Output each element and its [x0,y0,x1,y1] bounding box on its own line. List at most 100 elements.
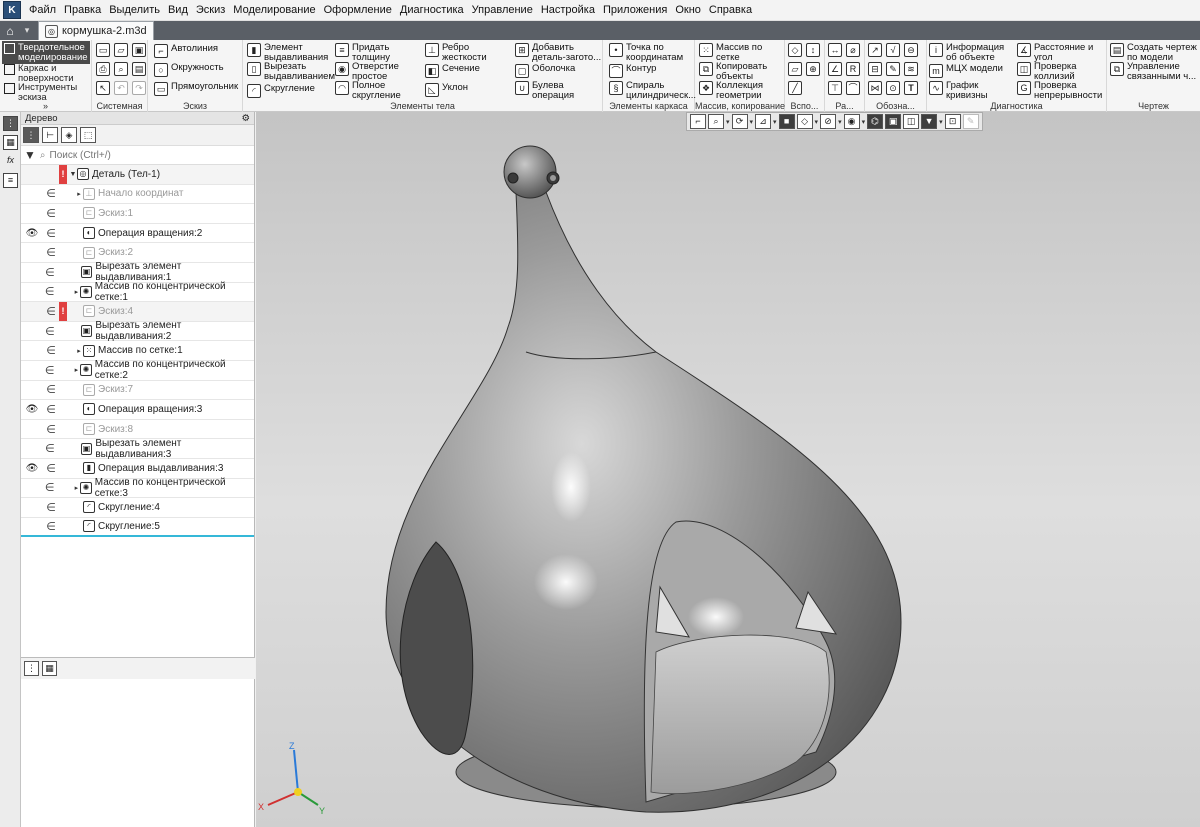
preview-icon[interactable]: ⌕ [114,62,128,76]
visibility-icon[interactable]: 👁 [21,463,43,474]
tree-components-icon[interactable]: ◈ [61,127,77,143]
text-icon[interactable]: T [904,81,918,95]
new-file-icon[interactable]: ▭ [96,43,110,57]
rotate-icon[interactable]: ⟳ [731,114,748,129]
position-icon[interactable]: ⊙ [886,81,900,95]
section-button[interactable]: ◧ Сечение [425,64,480,78]
history-icon[interactable]: ∈ [42,285,57,298]
tree-row[interactable]: ∈ ▸ ⊥ Начало координат [21,185,254,205]
measure-icon[interactable]: ⊡ [944,114,961,129]
curvature-graph-button[interactable]: ∿ График кривизны [929,81,1010,100]
tree-row[interactable]: ∈ ▣ Вырезать элемент выдавливания:1 [21,261,254,283]
menu-item[interactable]: Настройка [537,4,599,16]
shell-button[interactable]: ▢ Оболочка [515,64,575,78]
tree-row[interactable]: ∈ ▸ ✺ Массив по концентрической сетке:1 [21,281,254,303]
history-icon[interactable]: ∈ [43,344,59,357]
history-icon[interactable]: ∈ [43,423,59,436]
mass-properties-button[interactable]: m МЦХ модели [929,64,1003,78]
save-as-icon[interactable]: ▤ [132,62,146,76]
redo-icon[interactable]: ↷ [132,81,146,95]
autoline-button[interactable]: ⌐ Автолиния [154,44,218,58]
boolean-button[interactable]: ∪ Булева операция [515,81,592,100]
properties-icon[interactable]: ▦ [42,661,57,676]
chevron-down-icon[interactable]: ▾ [862,118,866,126]
save-icon[interactable]: ▣ [132,43,146,57]
fillet-button[interactable]: ◜ Скругление [247,84,315,98]
history-icon[interactable]: ∈ [42,364,57,377]
tree-row[interactable]: ∈ ▸ ✺ Массив по концентрической сетке:3 [21,477,254,499]
continuity-check-button[interactable]: G Проверка непрерывности [1017,81,1114,100]
layers-view-icon[interactable]: ◫ [903,114,920,129]
offset-plane-icon[interactable]: ▱ [788,62,802,76]
grid-array-button[interactable]: ⁙ Массив по сетке [699,43,782,62]
filter-icon[interactable]: ▼ [921,114,938,129]
tree-structure-icon[interactable]: ⋮ [23,127,39,143]
expand-icon[interactable]: ▸ [75,190,83,198]
tree-history-icon[interactable]: ⊢ [42,127,58,143]
tree-row[interactable]: ∈ ◜ Скругление:4 [21,498,254,518]
undo-icon[interactable]: ↶ [114,81,128,95]
history-icon[interactable]: ∈ [43,383,59,396]
cut-extrude-button[interactable]: ▯ Вырезать выдавливанием [247,62,336,81]
marking-icon[interactable]: ✎ [886,62,900,76]
history-icon[interactable]: ∈ [43,520,59,533]
menu-item[interactable]: Справка [705,4,756,16]
layers-icon[interactable]: ≡ [3,173,18,188]
history-icon[interactable]: ∈ [43,246,59,259]
draft-button[interactable]: ◺ Уклон [425,83,468,97]
cursor-icon[interactable]: ↖ [96,81,110,95]
expand-icon[interactable]: ▼ [69,171,77,178]
chevron-down-icon[interactable]: ▾ [773,118,777,126]
print-icon[interactable]: ⎙ [96,62,110,76]
add-blank-part-button[interactable]: ⊞ Добавить деталь-загото... [515,43,602,62]
tree-search-input[interactable] [49,149,240,161]
filter-icon[interactable]: ▼ [24,148,36,162]
document-tab[interactable]: ◎ кормушка-2.m3d [38,21,154,40]
tree-row[interactable]: ∈ ⊏ Эскиз:2 [21,243,254,263]
visibility-icon[interactable]: ◉ [843,114,860,129]
home-icon[interactable]: ⌂ [0,21,20,40]
menu-item[interactable]: Правка [60,4,105,16]
menu-item[interactable]: Управление [468,4,537,16]
history-icon[interactable]: ∈ [42,481,57,494]
pencil-icon[interactable]: ✎ [962,114,979,129]
mode-solid-modeling[interactable]: Твердотельное моделирование [2,41,90,64]
tree-row[interactable]: ∈ ▸ ⁙ Массив по сетке:1 [21,341,254,361]
expand-icon[interactable]: ▸ [75,347,83,355]
thread-icon[interactable]: ≋ [904,62,918,76]
geometry-collection-button[interactable]: ❖ Коллекция геометрии [699,81,782,100]
sketch-view-icon[interactable]: ⌐ [690,114,706,129]
roughness-icon[interactable]: √ [886,43,900,57]
history-icon[interactable]: ∈ [43,207,59,220]
distance-angle-button[interactable]: ∡ Расстояние и угол [1017,43,1104,62]
menu-item[interactable]: Эскиз [192,4,229,16]
tree-root-row[interactable]: ! ▼ ◎ Деталь (Тел-1) [21,164,254,185]
expand-icon[interactable]: ▸ [73,288,81,296]
rib-button[interactable]: ⊥ Ребро жесткости [425,43,498,62]
axis-icon[interactable]: ↕ [806,43,820,57]
diameter-dim-icon[interactable]: ⌀ [846,43,860,57]
model-top-knob[interactable] [503,145,560,199]
menu-item[interactable]: Оформление [320,4,396,16]
expand-icon[interactable]: ▸ [73,366,81,374]
linear-dim-icon[interactable]: ↔ [828,43,842,57]
perspective-icon[interactable]: ▣ [885,114,902,129]
history-icon[interactable]: ∈ [42,266,57,279]
height-dim-icon[interactable]: ⊤ [828,81,842,95]
section-view-icon[interactable]: ⌬ [867,114,884,129]
history-icon[interactable]: ∈ [42,325,57,338]
chevron-down-icon[interactable]: ▾ [750,118,754,126]
tolerance-icon[interactable]: ⊟ [868,62,882,76]
history-icon[interactable]: ∈ [42,442,57,455]
chevron-down-icon[interactable]: » [0,101,91,111]
tree-row[interactable]: 👁 ∈ ▮ Операция выдавливания:3 [21,459,254,479]
simple-hole-button[interactable]: ◉ Отверстие простое [335,62,412,81]
tree-row[interactable]: ∈ ▸ ✺ Массив по концентрической сетке:2 [21,359,254,381]
point-by-coords-button[interactable]: • Точка по координатам [609,43,698,62]
menu-item[interactable]: Окно [671,4,705,16]
chevron-down-icon[interactable]: ▾ [939,118,943,126]
tree-row[interactable]: ∈ ▣ Вырезать элемент выдавливания:3 [21,438,254,460]
parameters-icon[interactable]: ▦ [3,135,18,150]
menu-item[interactable]: Выделить [105,4,164,16]
collision-check-button[interactable]: ◫ Проверка коллизий [1017,62,1104,81]
